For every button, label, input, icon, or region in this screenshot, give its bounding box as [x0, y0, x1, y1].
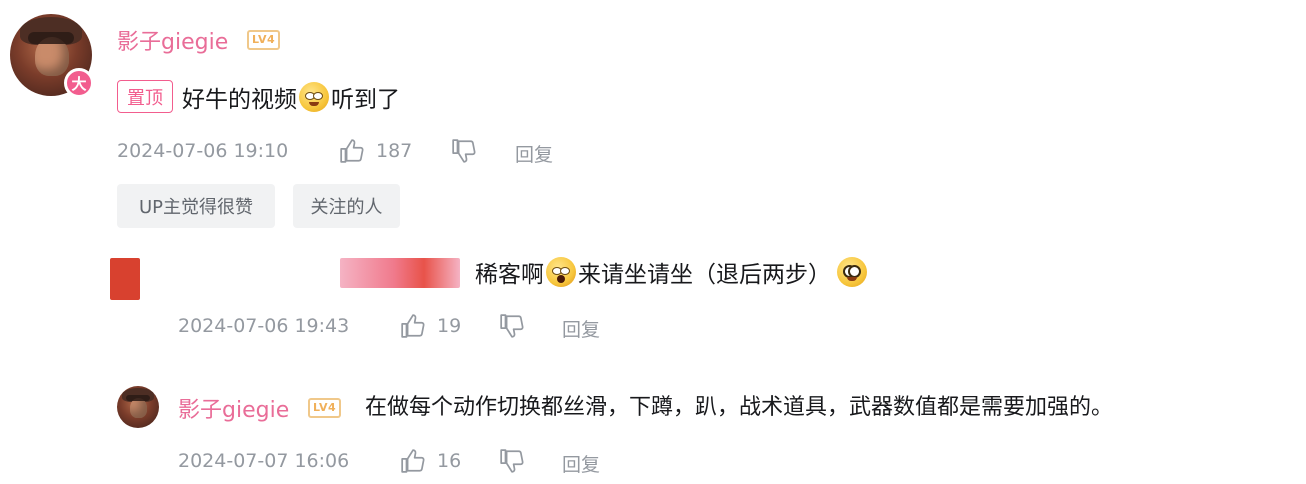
reply-timestamp: 2024-07-06 19:43 [178, 315, 350, 337]
comment-section: 大 影子giegie LV4 置顶 好牛的视频 听到了 2024-07-06 1… [0, 0, 1306, 484]
comment-text-part-2: 听到了 [331, 87, 400, 113]
like-count: 16 [437, 450, 462, 472]
level-badge: LV4 [308, 398, 342, 418]
like-count: 19 [437, 315, 462, 337]
comment-text-part-1: 好牛的视频 [182, 87, 297, 113]
reply-button[interactable]: 回复 [562, 315, 600, 342]
redacted-avatar [110, 258, 140, 300]
thumbs-down-icon[interactable] [499, 313, 525, 339]
reply-button[interactable]: 回复 [515, 140, 553, 167]
reply-text: 稀客啊 来请坐请坐（退后两步） [475, 255, 869, 289]
smirk-emoji-icon [299, 82, 329, 112]
comment-text: 好牛的视频 听到了 [182, 80, 400, 114]
pinned-tag: 置顶 [117, 80, 173, 113]
thumbs-up-icon[interactable] [339, 138, 365, 164]
reply-timestamp: 2024-07-07 16:06 [178, 450, 350, 472]
avatar-badge: 大 [64, 68, 94, 98]
thumbs-down-icon[interactable] [451, 138, 477, 164]
reply-button[interactable]: 回复 [562, 450, 600, 477]
reply-text: 在做每个动作切换都丝滑，下蹲，趴，战术道具，武器数值都是需要加强的。 [365, 395, 1114, 420]
thumbs-up-icon[interactable] [400, 313, 426, 339]
reply-username[interactable]: 影子giegie [178, 392, 289, 424]
level-badge: LV4 [247, 30, 281, 50]
comment-username[interactable]: 影子giegie [117, 24, 228, 56]
up-liked-tag: UP主觉得很赞 [117, 184, 275, 228]
user-avatar[interactable] [117, 386, 159, 428]
thumbs-down-icon[interactable] [499, 448, 525, 474]
reply-text-part-2: 来请坐请坐（退后两步） [578, 262, 831, 288]
comment-timestamp: 2024-07-06 19:10 [117, 140, 289, 162]
reply-text-part-1: 稀客啊 [475, 262, 544, 288]
nerd-emoji-icon [837, 257, 867, 287]
thumbs-up-icon[interactable] [400, 448, 426, 474]
redacted-username [340, 258, 460, 288]
following-tag: 关注的人 [293, 184, 400, 228]
like-count: 187 [376, 140, 413, 162]
scream-emoji-icon [546, 257, 576, 287]
